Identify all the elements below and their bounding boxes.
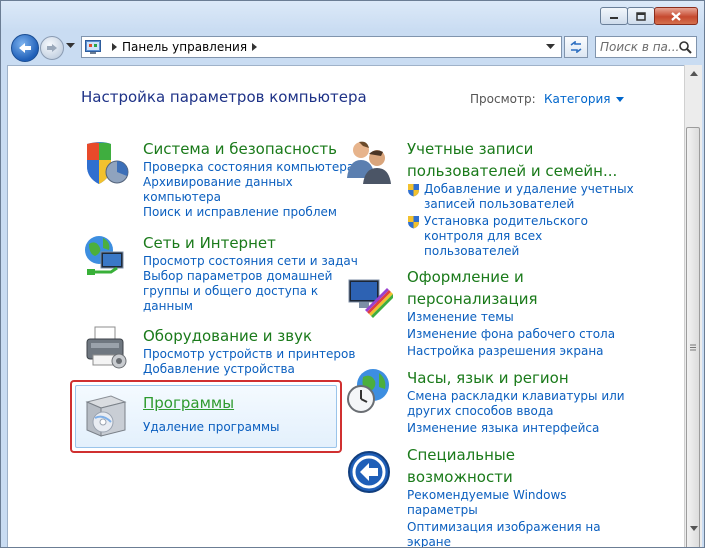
task-link[interactable]: Рекомендуемые Windows xyxy=(407,488,601,503)
task-link-text[interactable]: Добавление и удаление учетных xyxy=(424,182,634,196)
navigation-toolbar: Панель управления Поиск в па... xyxy=(1,31,704,63)
search-input[interactable]: Поиск в па... xyxy=(595,36,697,58)
category-title-link[interactable]: Программы xyxy=(143,392,280,414)
globe-clock-icon xyxy=(347,369,389,413)
view-by-dropdown[interactable]: Категория xyxy=(544,92,624,106)
task-link[interactable]: записей пользователей xyxy=(407,197,634,212)
task-link-text[interactable]: Установка родительского xyxy=(424,214,588,228)
category-body: Программы Удаление программы xyxy=(143,392,280,435)
scroll-down-button[interactable] xyxy=(685,520,702,537)
task-link[interactable]: Изменение темы xyxy=(407,310,615,325)
ease-of-access-icon xyxy=(348,451,390,493)
task-link[interactable]: Оптимизация изображения на xyxy=(407,520,601,535)
task-link[interactable]: параметры xyxy=(407,503,601,518)
forward-button[interactable] xyxy=(40,36,64,60)
back-arrow-icon xyxy=(19,43,31,53)
uac-shield-icon xyxy=(408,184,419,197)
task-link[interactable]: данным xyxy=(143,299,358,314)
programs-box-icon xyxy=(85,395,127,437)
control-panel-window: Панель управления Поиск в па... Настройк… xyxy=(0,0,705,548)
printer-icon xyxy=(86,326,127,369)
task-link-text[interactable]: записей пользователей xyxy=(424,197,574,211)
chevron-down-icon xyxy=(615,96,624,102)
task-link[interactable]: группы и общего доступа к xyxy=(143,284,358,299)
maximize-button[interactable] xyxy=(627,7,655,25)
task-link-text[interactable]: контроля для всех xyxy=(424,229,542,243)
breadcrumb-control-panel[interactable]: Панель управления xyxy=(122,40,247,54)
control-panel-content: Настройка параметров компьютера Просмотр… xyxy=(7,65,685,547)
task-link[interactable]: Добавление и удаление учетных xyxy=(407,182,634,197)
shield-icon xyxy=(87,142,129,184)
title-bar[interactable] xyxy=(1,1,704,31)
category-body: Специальные возможности Рекомендуемые Wi… xyxy=(407,444,601,547)
task-link[interactable]: Архивирование данных xyxy=(143,175,354,190)
task-link-text[interactable]: пользователей xyxy=(424,244,519,258)
task-link[interactable]: контроля для всех xyxy=(407,229,634,244)
category-body: Учетные записи пользователей и семейн...… xyxy=(407,138,634,259)
category-title-link[interactable]: Специальные xyxy=(407,444,601,466)
scroll-up-button[interactable] xyxy=(685,65,702,82)
network-globe-icon xyxy=(85,236,124,275)
task-link[interactable]: экране xyxy=(407,535,601,547)
category-title-link[interactable]: персонализация xyxy=(407,288,615,310)
category-title-link[interactable]: Учетные записи xyxy=(407,138,634,160)
category-title-link[interactable]: Сеть и Интернет xyxy=(143,232,358,254)
category-body: Система и безопасность Проверка состояни… xyxy=(143,138,354,220)
view-by-value[interactable]: Категория xyxy=(544,92,611,106)
vertical-scrollbar[interactable] xyxy=(684,65,702,547)
scroll-down-icon xyxy=(689,526,698,531)
category-title-link[interactable]: Система и безопасность xyxy=(143,138,354,160)
refresh-button[interactable] xyxy=(564,36,588,58)
category-title-link[interactable]: Часы, язык и регион xyxy=(407,367,625,389)
task-link[interactable]: пользователей xyxy=(407,244,634,259)
users-icon xyxy=(347,141,391,184)
category-title-link[interactable]: возможности xyxy=(407,466,601,488)
breadcrumb-separator-icon[interactable] xyxy=(112,43,117,51)
search-placeholder: Поиск в па... xyxy=(600,40,680,54)
monitor-palette-icon xyxy=(348,279,393,318)
category-body: Часы, язык и регион Смена раскладки клав… xyxy=(407,367,625,436)
task-link[interactable]: Добавление устройства xyxy=(143,362,355,377)
task-link[interactable]: Удаление программы xyxy=(143,420,280,435)
task-link[interactable]: Настройка разрешения экрана xyxy=(407,344,615,359)
refresh-icon xyxy=(570,41,582,53)
page-title: Настройка параметров компьютера xyxy=(81,88,367,106)
category-body: Сеть и Интернет Просмотр состояния сети … xyxy=(143,232,358,314)
category-title-link[interactable]: Оборудование и звук xyxy=(143,325,355,347)
task-link[interactable]: других способов ввода xyxy=(407,404,625,419)
task-link[interactable]: компьютера xyxy=(143,190,354,205)
back-button[interactable] xyxy=(11,34,39,62)
minimize-icon xyxy=(610,17,618,19)
task-link[interactable]: Просмотр состояния сети и задач xyxy=(143,254,358,269)
search-icon[interactable] xyxy=(678,40,692,54)
recent-pages-dropdown-icon[interactable] xyxy=(66,43,75,49)
breadcrumb-separator-icon[interactable] xyxy=(252,43,258,51)
forward-arrow-icon xyxy=(47,44,57,52)
task-link[interactable]: Изменение фона рабочего стола xyxy=(407,327,615,342)
task-link[interactable]: Выбор параметров домашней xyxy=(143,269,358,284)
task-link[interactable]: Смена раскладки клавиатуры или xyxy=(407,389,625,404)
close-button[interactable] xyxy=(654,7,698,25)
maximize-icon xyxy=(636,11,646,21)
category-body: Оборудование и звук Просмотр устройств и… xyxy=(143,325,355,377)
category-title-link[interactable]: Оформление и xyxy=(407,266,615,288)
task-link[interactable]: Установка родительского xyxy=(407,214,634,229)
task-link[interactable]: Поиск и исправление проблем xyxy=(143,205,354,220)
task-link[interactable]: Просмотр устройств и принтеров xyxy=(143,347,355,362)
control-panel-icon xyxy=(85,40,101,54)
task-link[interactable]: Проверка состояния компьютера xyxy=(143,160,354,175)
close-icon xyxy=(671,11,681,21)
uac-shield-icon xyxy=(408,216,419,229)
caption-buttons xyxy=(600,7,698,25)
category-title-link[interactable]: пользователей и семейн... xyxy=(407,160,634,182)
address-dropdown-icon[interactable] xyxy=(546,44,555,50)
category-body: Оформление и персонализация Изменение те… xyxy=(407,266,615,359)
view-by-label: Просмотр: xyxy=(470,92,536,106)
scroll-thumb[interactable] xyxy=(686,127,700,547)
address-bar[interactable]: Панель управления xyxy=(81,36,562,58)
minimize-button[interactable] xyxy=(600,7,628,25)
scroll-up-icon xyxy=(689,71,698,76)
task-link[interactable]: Изменение языка интерфейса xyxy=(407,421,625,436)
grip-icon xyxy=(690,344,696,350)
